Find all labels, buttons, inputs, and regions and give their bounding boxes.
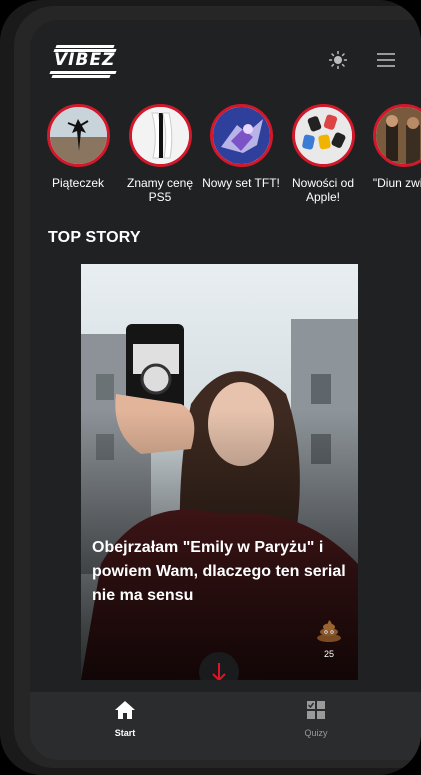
story-item[interactable]: Nowości od Apple! [283, 104, 363, 204]
story-label: Piąteczek [51, 176, 105, 190]
top-story-title: Obejrzałam "Emily w Paryżu" i powiem Wam… [92, 539, 346, 604]
tab-start[interactable]: Start [90, 700, 160, 738]
story-thumbnail [291, 104, 355, 167]
story-label: Nowy set TFT! [202, 176, 280, 190]
tab-quizy[interactable]: Quizy [281, 700, 351, 738]
story-thumbnail [128, 104, 192, 167]
app-header: VIBEZ [30, 20, 421, 100]
reaction[interactable]: 25 [314, 620, 344, 659]
story-label: Nowości od Apple! [291, 176, 355, 204]
sun-icon[interactable] [328, 50, 348, 70]
story-item[interactable]: "Diun zwias [364, 104, 421, 190]
vibez-logo[interactable]: VIBEZ [48, 44, 122, 78]
quiz-grid-icon [307, 701, 325, 719]
story-item[interactable]: Nowy set TFT! [201, 104, 281, 190]
story-thumbnail [209, 104, 273, 167]
poop-icon [317, 620, 341, 642]
story-item[interactable]: Znamy cenę PS5 [120, 104, 200, 204]
section-title: TOP STORY [48, 229, 141, 246]
tab-label: Start [114, 728, 136, 738]
story-thumbnail [372, 104, 421, 167]
story-label: "Diun zwias [372, 176, 421, 190]
story-label: Znamy cenę PS5 [126, 176, 194, 204]
bottom-tab-bar: Start Quizy [30, 692, 421, 760]
logo-stripe [51, 75, 111, 78]
story-thumbnail [46, 104, 110, 167]
arrow-down-icon [212, 663, 226, 680]
stories-row: Piąteczek Znamy cenę PS5 Nowy set TFT! N… [30, 104, 421, 214]
top-story-card[interactable]: Obejrzałam "Emily w Paryżu" i powiem Wam… [81, 264, 358, 680]
tab-label: Quizy [304, 728, 328, 738]
hamburger-menu-icon[interactable] [377, 53, 395, 67]
logo-text: VIBEZ [54, 50, 116, 70]
phone-frame: VIBEZ Piąteczek Znamy cenę PS5 Nowy set … [0, 0, 421, 775]
story-item[interactable]: Piąteczek [38, 104, 118, 190]
scroll-down-button[interactable] [199, 652, 239, 680]
home-icon [115, 701, 135, 719]
top-story-image [81, 264, 358, 680]
logo-stripe [49, 71, 117, 74]
reaction-count: 25 [323, 649, 334, 659]
logo-stripe [55, 45, 115, 48]
app-screen: VIBEZ Piąteczek Znamy cenę PS5 Nowy set … [30, 20, 421, 760]
